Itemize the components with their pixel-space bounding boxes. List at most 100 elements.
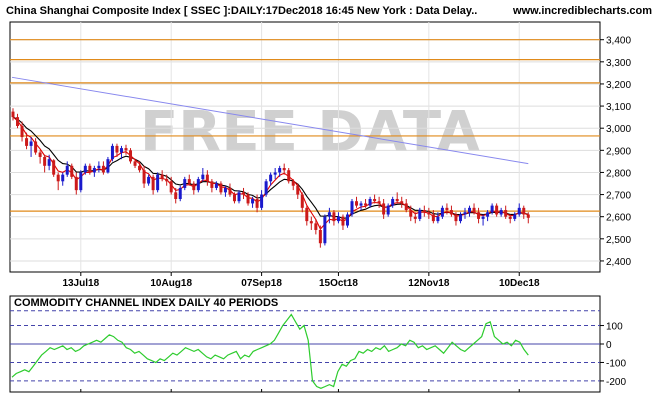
price-ytick-label: 2,900 (606, 146, 631, 157)
candle-down (282, 168, 286, 171)
candle-down (422, 210, 426, 213)
candle-up (110, 145, 114, 160)
candle-up (183, 179, 187, 188)
candle-down (300, 194, 304, 208)
chart-title: China Shanghai Composite Index [ SSEC ]:… (6, 5, 477, 17)
candle-up (359, 203, 363, 206)
candle-down (287, 170, 291, 182)
candle-down (255, 198, 259, 208)
candle-up (65, 165, 69, 175)
candle-down (70, 165, 74, 177)
candle-down (382, 203, 386, 215)
candle-down (11, 111, 15, 118)
watermark: FREE DATA (140, 100, 481, 165)
candle-up (418, 210, 422, 219)
candle-down (138, 165, 142, 171)
candle-down (355, 201, 359, 206)
candle-up (327, 212, 331, 217)
candle-down (219, 183, 223, 193)
price-ytick-label: 3,100 (606, 102, 631, 113)
candle-down (16, 117, 20, 126)
price-ytick-label: 2,700 (606, 191, 631, 202)
price-xtick-label: 15Oct18 (319, 278, 358, 289)
price-ytick-label: 2,500 (606, 235, 631, 246)
candle-down (165, 179, 169, 182)
candle-up (237, 192, 241, 202)
candle-up (119, 148, 123, 153)
candle-up (251, 198, 255, 204)
candle-up (106, 159, 110, 173)
candle-down (88, 165, 92, 173)
candle-down (74, 176, 78, 191)
candle-down (314, 223, 318, 230)
candle-down (187, 179, 191, 184)
candle-down (522, 207, 526, 215)
candle-down (52, 160, 56, 175)
candle-up (79, 172, 83, 191)
candle-up (386, 205, 390, 215)
candle-down (169, 181, 173, 193)
candle-down (142, 170, 146, 184)
candle-down (377, 201, 381, 204)
candle-down (395, 198, 399, 202)
candle-down (38, 152, 42, 157)
candle-down (151, 176, 155, 191)
site-name: www.incrediblecharts.com (512, 5, 652, 17)
candle-down (232, 194, 236, 202)
candle-up (468, 207, 472, 213)
candle-down (296, 185, 300, 195)
price-xtick-label: 13Jul18 (62, 278, 99, 289)
candle-down (210, 181, 214, 188)
candle-up (83, 165, 87, 173)
candle-up (156, 174, 160, 191)
candle-down (160, 174, 164, 180)
candle-down (332, 212, 336, 222)
candle-down (101, 165, 105, 173)
candle-down (477, 212, 481, 219)
candle-down (115, 145, 119, 153)
candle-down (318, 229, 322, 244)
candle-down (413, 216, 417, 219)
candle-down (20, 125, 24, 138)
candle-down (242, 192, 246, 195)
candle-down (454, 214, 458, 222)
price-xtick-label: 07Sep18 (241, 278, 282, 289)
candle-up (178, 187, 182, 199)
candle-down (409, 210, 413, 217)
candle-up (345, 214, 349, 226)
candle-up (391, 198, 395, 206)
candle-up (214, 183, 218, 188)
price-ytick-label: 2,800 (606, 168, 631, 179)
candle-down (445, 207, 449, 211)
candle-up (481, 216, 485, 219)
candle-down (56, 174, 60, 182)
price-ytick-label: 3,200 (606, 80, 631, 91)
candle-up (47, 159, 51, 166)
candle-up (61, 174, 65, 182)
candle-up (436, 216, 440, 222)
candle-down (472, 207, 476, 213)
candle-up (499, 210, 503, 215)
candle-down (133, 161, 137, 166)
candle-up (440, 207, 444, 217)
candle-down (309, 221, 313, 224)
candle-down (404, 203, 408, 211)
price-xtick-label: 10Aug18 (150, 278, 192, 289)
candle-up (147, 176, 151, 184)
cci-ytick-label: -100 (606, 358, 626, 369)
candle-down (400, 201, 404, 204)
candle-down (495, 205, 499, 215)
price-xtick-label: 12Nov18 (408, 278, 450, 289)
candle-up (490, 205, 494, 213)
candle-up (97, 165, 101, 169)
candle-down (427, 212, 431, 215)
candle-up (201, 174, 205, 180)
price-ytick-label: 2,400 (606, 257, 631, 268)
candle-up (92, 168, 96, 173)
candle-up (260, 194, 264, 208)
candle-up (269, 174, 273, 182)
candle-up (350, 201, 354, 215)
price-xtick-label: 10Dec18 (499, 278, 540, 289)
candle-down (124, 148, 128, 151)
cci-ytick-label: -200 (606, 377, 626, 388)
